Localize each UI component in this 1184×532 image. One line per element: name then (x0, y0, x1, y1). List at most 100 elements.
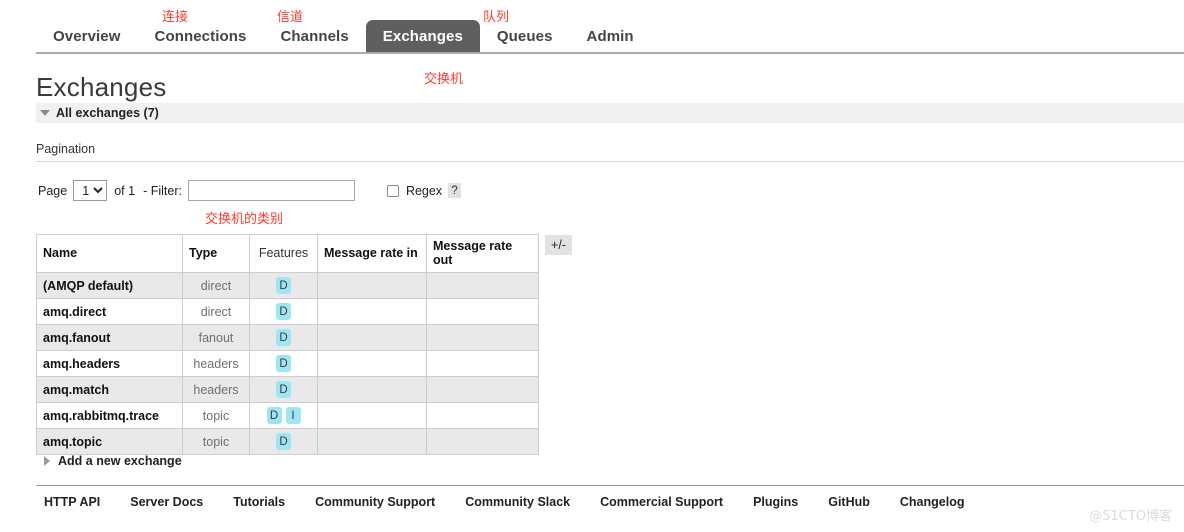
message-rate-out-value (426, 350, 539, 377)
message-rate-in-value (317, 402, 427, 429)
annotation-note: 队列 (483, 10, 510, 25)
exchange-name-link[interactable]: amq.headers (36, 350, 183, 377)
exchange-features: D (249, 376, 318, 403)
nav-tab-exchanges[interactable]: Exchanges (365, 20, 480, 52)
nav-tab-admin[interactable]: Admin (570, 20, 651, 52)
add-new-exchange-toggle[interactable]: Add a new exchange (40, 454, 182, 468)
message-rate-in-value (317, 272, 427, 299)
feature-badge[interactable]: D (266, 407, 282, 424)
table-row[interactable]: amq.match headers D (36, 376, 539, 403)
message-rate-in-value (317, 428, 427, 455)
footer-link-community-support[interactable]: Community Support (315, 495, 435, 509)
chevron-right-icon (44, 456, 50, 466)
feature-badge[interactable]: I (285, 407, 301, 424)
message-rate-out-value (426, 402, 539, 429)
exchange-name-link[interactable]: amq.topic (36, 428, 183, 455)
feature-badge[interactable]: D (276, 355, 291, 372)
message-rate-in-value (317, 376, 427, 403)
pagination-divider (36, 161, 1184, 162)
table-body: (AMQP default) direct Damq.direct direct Dam… (36, 272, 539, 455)
nav-tab-list: Overview Connections Channels Exchanges Queu… (36, 20, 651, 52)
message-rate-out-value (426, 298, 539, 325)
feature-badge[interactable]: D (276, 381, 291, 398)
annotation-note: 交换机 (424, 72, 464, 87)
annotation-note: 连接 (162, 10, 189, 25)
exchange-type: headers (182, 376, 250, 403)
message-rate-out-value (426, 428, 539, 455)
page-total-label: of 1 (114, 183, 136, 198)
exchange-type: topic (182, 402, 250, 429)
columns-toggle-button[interactable]: +/- (545, 235, 572, 255)
chevron-down-icon (40, 110, 50, 116)
exchange-name-link[interactable]: amq.direct (36, 298, 183, 325)
footer-link-community-slack[interactable]: Community Slack (465, 495, 570, 509)
feature-badge[interactable]: D (276, 329, 291, 346)
column-header-name[interactable]: Name (36, 234, 183, 273)
all-exchanges-section-toggle[interactable]: All exchanges (7) (36, 103, 1184, 123)
table-row[interactable]: amq.topic topic D (36, 428, 539, 455)
message-rate-out-value (426, 272, 539, 299)
footer-link-changelog[interactable]: Changelog (900, 495, 965, 509)
table-row[interactable]: amq.rabbitmq.trace topic D I (36, 402, 539, 429)
exchange-features: DI (249, 402, 318, 429)
footer-link-list: HTTP API Server Docs Tutorials Community Su… (44, 495, 994, 509)
footer-link-plugins[interactable]: Plugins (753, 495, 798, 509)
nav-tab-connections[interactable]: Connections (138, 20, 264, 52)
exchange-type: direct (182, 298, 250, 325)
table-row[interactable]: amq.headers headers D (36, 350, 539, 377)
footer-link-tutorials[interactable]: Tutorials (233, 495, 285, 509)
rabbitmq-management-page: Overview Connections Channels Exchanges Queu… (0, 0, 1184, 532)
message-rate-out-value (426, 376, 539, 403)
footer-link-github[interactable]: GitHub (828, 495, 870, 509)
exchange-features: D (249, 298, 318, 325)
footer-link-commercial-support[interactable]: Commercial Support (600, 495, 723, 509)
exchange-type: topic (182, 428, 250, 455)
exchange-name-link[interactable]: amq.match (36, 376, 183, 403)
regex-help-icon[interactable]: ? (448, 183, 462, 198)
exchange-name-link[interactable]: amq.rabbitmq.trace (36, 402, 183, 429)
footer-link-http-api[interactable]: HTTP API (44, 495, 100, 509)
message-rate-in-value (317, 324, 427, 351)
message-rate-in-value (317, 350, 427, 377)
exchange-features: D (249, 324, 318, 351)
pagination-heading: Pagination (36, 142, 96, 156)
exchange-name-link[interactable]: (AMQP default) (36, 272, 183, 299)
exchange-type: direct (182, 272, 250, 299)
exchange-type: headers (182, 350, 250, 377)
feature-badge[interactable]: D (276, 303, 291, 320)
watermark: @51CTO博客 (1089, 509, 1172, 524)
page-title: Exchanges (36, 72, 167, 102)
column-header-type[interactable]: Type (182, 234, 250, 273)
table-row[interactable]: amq.fanout fanout D (36, 324, 539, 351)
column-header-features[interactable]: Features (249, 234, 318, 273)
exchange-type: fanout (182, 324, 250, 351)
nav-tab-overview[interactable]: Overview (36, 20, 138, 52)
table-row[interactable]: amq.direct direct D (36, 298, 539, 325)
nav-underline (36, 52, 1184, 54)
column-header-message-rate-in[interactable]: Message rate in (317, 234, 427, 273)
message-rate-in-value (317, 298, 427, 325)
column-header-message-rate-out[interactable]: Message rate out (426, 234, 539, 273)
message-rate-out-value (426, 324, 539, 351)
feature-badge[interactable]: D (276, 433, 291, 450)
regex-label: Regex (405, 183, 443, 198)
page-label: Page (38, 183, 68, 198)
regex-checkbox[interactable] (386, 184, 399, 197)
pagination-controls: Page 1 of 1 - Filter: Regex ? (38, 180, 462, 201)
exchange-name-link[interactable]: amq.fanout (36, 324, 183, 351)
filter-input[interactable] (187, 180, 355, 201)
annotation-note: 交换机的类别 (205, 212, 284, 227)
table-row[interactable]: (AMQP default) direct D (36, 272, 539, 299)
exchanges-table-wrap: Name Type Features Message rate in Message r… (36, 234, 572, 455)
exchange-features: D (249, 272, 318, 299)
page-select[interactable]: 1 (73, 180, 108, 201)
exchange-features: D (249, 428, 318, 455)
annotation-note: 信道 (277, 10, 304, 25)
exchanges-table: Name Type Features Message rate in Message r… (36, 234, 539, 455)
footer-link-server-docs[interactable]: Server Docs (130, 495, 203, 509)
all-exchanges-label: All exchanges (7) (56, 106, 159, 120)
feature-badge[interactable]: D (276, 277, 291, 294)
filter-label: - Filter: (143, 183, 182, 198)
footer-divider (36, 485, 1184, 486)
exchange-features: D (249, 350, 318, 377)
